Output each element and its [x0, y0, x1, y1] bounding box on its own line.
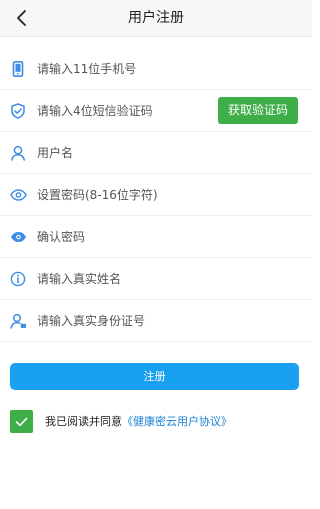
- agreement-text: 我已阅读并同意《健康密云用户协议》: [45, 413, 232, 431]
- username-row: [0, 132, 312, 174]
- checkmark-icon: [15, 417, 28, 426]
- phone-row: [0, 48, 312, 90]
- page-title: 用户注册: [128, 10, 184, 26]
- agreement-checkbox[interactable]: [10, 410, 33, 433]
- eye-outline-icon[interactable]: [9, 186, 27, 204]
- confirm-password-row: [0, 216, 312, 258]
- register-button[interactable]: 注册: [10, 363, 299, 390]
- header-bar: 用户注册: [0, 0, 312, 37]
- user-agreement-link[interactable]: 《健康密云用户协议》: [122, 415, 232, 428]
- sms-code-input[interactable]: [37, 90, 207, 131]
- id-number-row: [0, 300, 312, 342]
- eye-filled-icon[interactable]: [9, 228, 27, 246]
- confirm-password-input[interactable]: [37, 216, 207, 257]
- get-code-button[interactable]: 获取验证码: [218, 97, 298, 124]
- phone-input[interactable]: [37, 48, 207, 89]
- password-input[interactable]: [37, 174, 207, 215]
- username-input[interactable]: [37, 132, 207, 173]
- info-circle-icon: [9, 270, 27, 288]
- real-name-input[interactable]: [37, 258, 207, 299]
- user-id-icon: [9, 312, 27, 330]
- shield-check-icon: [9, 102, 27, 120]
- real-name-row: [0, 258, 312, 300]
- user-icon: [9, 144, 27, 162]
- agreement-label: 我已阅读并同意: [45, 415, 122, 428]
- password-row: [0, 174, 312, 216]
- phone-icon: [9, 60, 27, 78]
- id-number-input[interactable]: [37, 300, 207, 341]
